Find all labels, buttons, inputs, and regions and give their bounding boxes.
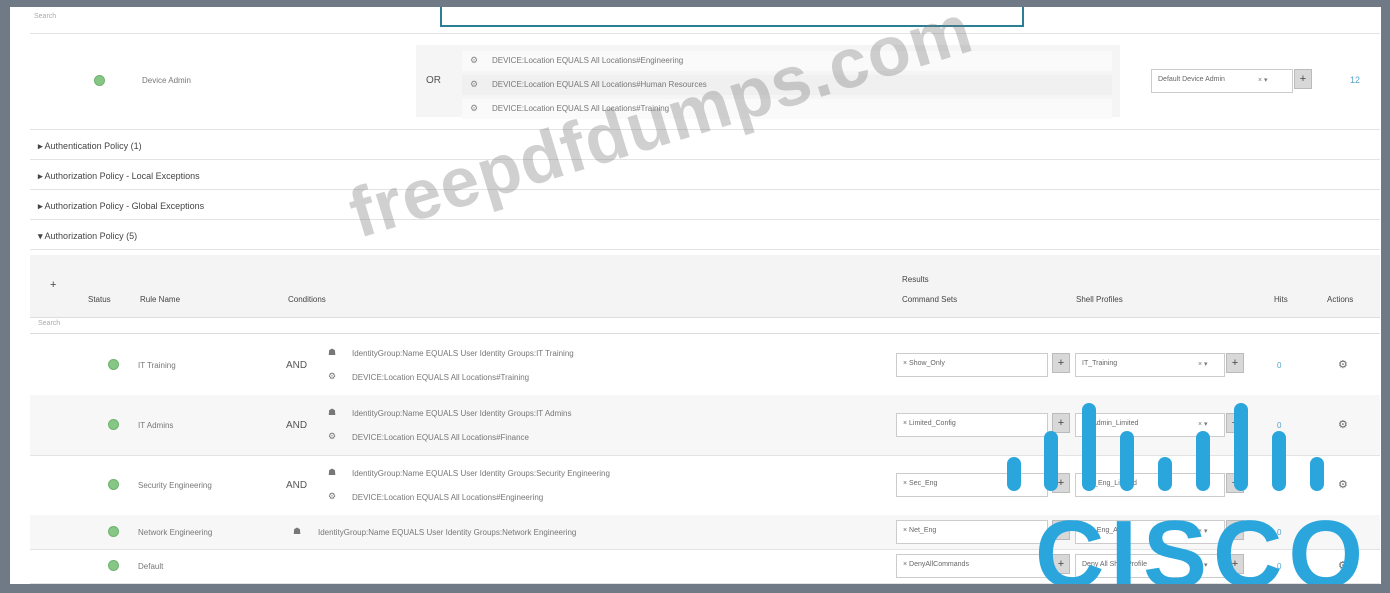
policy-set-name: Device Admin <box>142 76 191 85</box>
condition-operator: AND <box>286 360 308 371</box>
device-condition-icon: ⚙ <box>470 103 479 113</box>
status-enabled-icon[interactable] <box>108 479 119 490</box>
logo-bar <box>1082 403 1096 491</box>
command-set-select[interactable]: × Show_Only <box>896 353 1048 377</box>
condition-text: DEVICE:Location EQUALS All Locations#Eng… <box>352 493 544 502</box>
command-set-value: × Limited_Config <box>903 420 956 427</box>
expand-chevron-icon: ▸ <box>38 171 43 181</box>
clear-chevron-icon[interactable]: × ▾ <box>1198 360 1208 368</box>
identity-group-icon: ☗ <box>328 467 337 477</box>
add-rule-button[interactable]: + <box>50 279 56 291</box>
logo-bar <box>1310 457 1324 491</box>
rule-name: Default <box>138 562 164 571</box>
status-enabled-icon[interactable] <box>94 75 105 86</box>
collapse-chevron-icon: ▾ <box>38 231 43 241</box>
table-search-input[interactable]: Search <box>30 317 1380 334</box>
rule-name: Network Engineering <box>138 528 213 537</box>
command-set-select[interactable]: × Net_Eng <box>896 520 1048 544</box>
identity-group-icon: ☗ <box>328 407 337 417</box>
logo-bar <box>1234 403 1248 491</box>
command-set-value: × Sec_Eng <box>903 480 938 487</box>
condition-text: DEVICE:Location EQUALS All Locations#Eng… <box>492 56 684 65</box>
condition-text: IdentityGroup:Name EQUALS User Identity … <box>352 349 574 358</box>
command-set-select[interactable]: × Sec_Eng <box>896 473 1048 497</box>
cisco-wordmark: CISCO <box>1035 501 1370 585</box>
clear-chevron-icon[interactable]: × ▾ <box>1258 76 1268 84</box>
identity-group-icon: ☗ <box>328 347 337 357</box>
device-condition-icon: ⚙ <box>328 371 337 381</box>
device-condition-icon: ⚙ <box>470 79 479 89</box>
table-search-placeholder: Search <box>38 320 61 327</box>
add-command-set-button[interactable]: + <box>1052 353 1070 373</box>
add-shell-profile-button[interactable]: + <box>1226 353 1244 373</box>
add-command-set-button[interactable]: + <box>1052 413 1070 433</box>
condition-text: IdentityGroup:Name EQUALS User Identity … <box>352 469 610 478</box>
table-row: IT Admins AND ☗ IdentityGroup:Name EQUAL… <box>30 395 1380 456</box>
policy-window: Search Device Admin OR ⚙ DEVICE:Location… <box>10 7 1381 584</box>
col-rule-name[interactable]: Rule Name <box>140 295 180 304</box>
section-authorization-policy[interactable]: ▾ Authorization Policy (5) <box>30 223 1380 250</box>
device-condition-icon: ⚙ <box>470 55 479 65</box>
col-shell-profiles: Shell Profiles <box>1076 295 1123 304</box>
status-enabled-icon[interactable] <box>108 526 119 537</box>
expand-chevron-icon: ▸ <box>38 201 43 211</box>
device-condition-icon: ⚙ <box>328 431 337 441</box>
condition-text: IdentityGroup:Name EQUALS User Identity … <box>352 409 572 418</box>
command-set-value: × DenyAllCommands <box>903 561 969 568</box>
identity-group-icon: ☗ <box>293 526 302 536</box>
condition-operator: AND <box>286 420 308 431</box>
section-authorization-global-exceptions[interactable]: ▸ Authorization Policy - Global Exceptio… <box>30 193 1380 220</box>
col-actions: Actions <box>1327 295 1354 304</box>
hits-count: 0 <box>1277 421 1282 430</box>
gear-icon[interactable]: ⚙ <box>1338 358 1348 371</box>
col-hits: Hits <box>1274 295 1288 304</box>
section-label: ▸ Authentication Policy (1) <box>38 141 142 151</box>
section-label: ▾ Authorization Policy (5) <box>38 231 138 241</box>
table-row: IT Training AND ☗ IdentityGroup:Name EQU… <box>30 333 1380 396</box>
command-set-value: × Net_Eng <box>903 527 937 534</box>
logo-bar <box>1044 431 1058 491</box>
rule-name: IT Training <box>138 361 176 370</box>
rule-name: Security Engineering <box>138 481 212 490</box>
rule-name: IT Admins <box>138 421 174 430</box>
gear-icon[interactable]: ⚙ <box>1338 418 1348 431</box>
shell-profile-value: IT_Training <box>1082 360 1118 367</box>
hits-count: 12 <box>1350 75 1361 85</box>
logo-bar <box>1007 457 1021 491</box>
hits-count: 0 <box>1277 361 1282 370</box>
col-status: Status <box>88 295 111 304</box>
allowed-protocols-value: Default Device Admin <box>1158 76 1225 83</box>
allowed-protocols-select[interactable]: Default Device Admin × ▾ <box>1151 69 1293 93</box>
condition-text: IdentityGroup:Name EQUALS User Identity … <box>318 528 577 537</box>
col-conditions: Conditions <box>288 295 326 304</box>
col-command-sets: Command Sets <box>902 295 958 304</box>
logo-bar <box>1120 431 1134 491</box>
condition-operator: OR <box>426 75 441 86</box>
add-protocol-button[interactable]: + <box>1294 69 1312 89</box>
section-authorization-local-exceptions[interactable]: ▸ Authorization Policy - Local Exception… <box>30 163 1380 190</box>
logo-bar <box>1196 431 1210 491</box>
device-condition-icon: ⚙ <box>328 491 337 501</box>
top-search-placeholder: Search <box>34 13 57 20</box>
command-set-select[interactable]: × DenyAllCommands <box>896 554 1048 578</box>
shell-profile-select[interactable]: IT_Training × ▾ <box>1075 353 1225 377</box>
expand-chevron-icon: ▸ <box>38 141 43 151</box>
gear-icon[interactable]: ⚙ <box>1338 478 1348 491</box>
condition-operator: AND <box>286 480 308 491</box>
status-enabled-icon[interactable] <box>108 419 119 430</box>
status-enabled-icon[interactable] <box>108 560 119 571</box>
section-label: ▸ Authorization Policy - Global Exceptio… <box>38 201 205 211</box>
clear-chevron-icon[interactable]: × ▾ <box>1198 420 1208 428</box>
rules-table-header: + Status Rule Name Conditions Results Co… <box>30 255 1380 318</box>
logo-bar <box>1272 431 1286 491</box>
command-set-select[interactable]: × Limited_Config <box>896 413 1048 437</box>
logo-bar <box>1158 457 1172 491</box>
section-label: ▸ Authorization Policy - Local Exception… <box>38 171 200 181</box>
command-set-value: × Show_Only <box>903 360 945 367</box>
status-enabled-icon[interactable] <box>108 359 119 370</box>
condition-text: DEVICE:Location EQUALS All Locations#Tra… <box>352 373 530 382</box>
results-label: Results <box>902 275 929 284</box>
condition-text: DEVICE:Location EQUALS All Locations#Fin… <box>352 433 529 442</box>
